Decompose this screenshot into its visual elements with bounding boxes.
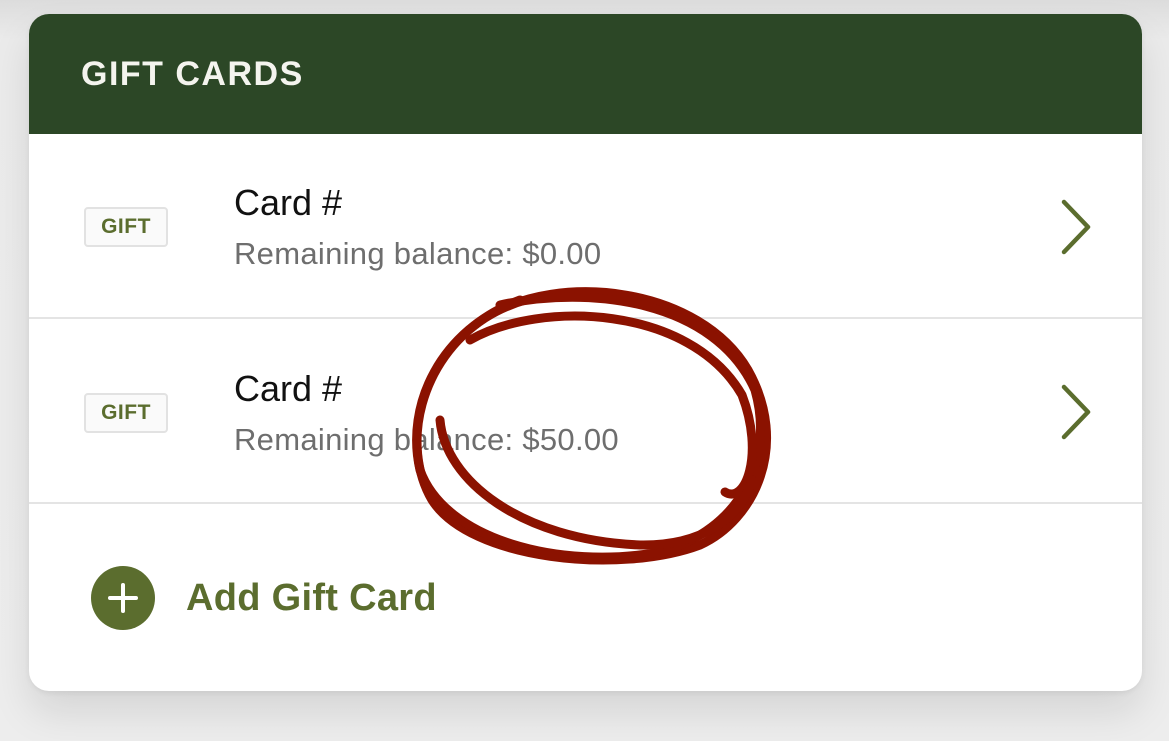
gift-badge: GIFT	[84, 207, 168, 247]
chevron-right-icon[interactable]	[1058, 383, 1094, 441]
plus-circle-icon[interactable]	[91, 566, 155, 630]
card-number: Card #	[234, 368, 343, 409]
gift-card-row[interactable]: GIFT Card # Remaining balance: $50.00	[29, 319, 1142, 504]
add-gift-card-label[interactable]: Add Gift Card	[186, 577, 437, 620]
chevron-right-icon[interactable]	[1058, 198, 1094, 256]
gift-cards-panel: GIFT CARDS GIFT Card # Remaining balance…	[29, 14, 1142, 691]
panel-title: GIFT CARDS	[81, 54, 304, 93]
panel-header: GIFT CARDS	[29, 14, 1142, 134]
add-gift-card-row: Add Gift Card	[29, 504, 1142, 691]
remaining-balance: Remaining balance: $0.00	[234, 236, 602, 271]
card-number: Card #	[234, 182, 343, 223]
gift-badge: GIFT	[84, 393, 168, 433]
add-gift-card-button[interactable]: Add Gift Card	[91, 566, 437, 630]
gift-card-row[interactable]: GIFT Card # Remaining balance: $0.00	[29, 134, 1142, 319]
remaining-balance: Remaining balance: $50.00	[234, 422, 619, 457]
